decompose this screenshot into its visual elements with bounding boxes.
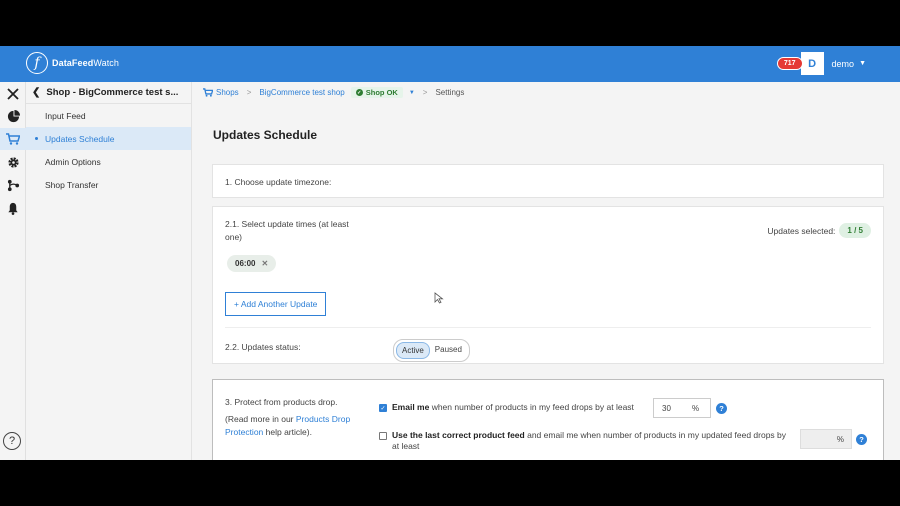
- user-name[interactable]: demo: [832, 59, 855, 69]
- email-me-checkbox[interactable]: ✓: [379, 404, 387, 412]
- breadcrumb-current: Settings: [435, 88, 465, 97]
- chevron-down-icon[interactable]: ▼: [859, 60, 866, 67]
- logo-text-bold: DataFeed: [52, 58, 94, 68]
- notification-badge[interactable]: 717: [776, 57, 803, 70]
- page-title: Updates Schedule: [213, 128, 318, 142]
- email-me-desc: when number of products in my feed drops…: [429, 402, 634, 412]
- breadcrumb-shop-name[interactable]: BigCommerce test shop: [259, 88, 344, 97]
- updates-selected: Updates selected: 1 / 5: [767, 223, 871, 238]
- app-logo[interactable]: f DataFeedWatch: [26, 52, 119, 74]
- status-paused-option[interactable]: Paused: [430, 342, 467, 359]
- close-icon[interactable]: [5, 86, 21, 102]
- email-threshold-input[interactable]: 30 %: [653, 398, 711, 418]
- sidebar-item-input-feed[interactable]: Input Feed: [26, 104, 191, 127]
- mouse-cursor-icon: [434, 292, 444, 304]
- cart-icon[interactable]: [0, 128, 26, 150]
- status-active-option[interactable]: Active: [396, 342, 430, 359]
- logo-text-light: Watch: [93, 58, 119, 68]
- use-last-feed-bold: Use the last correct product feed: [392, 430, 525, 440]
- time-chip[interactable]: 06:00 ✕: [227, 255, 277, 272]
- last-feed-threshold-input[interactable]: %: [800, 429, 852, 449]
- updates-status-label: 2.2. Updates status:: [225, 342, 301, 352]
- protect-label: 3. Protect from products drop.: [225, 397, 338, 407]
- letterbox-top: [0, 0, 900, 46]
- email-threshold-value[interactable]: 30: [654, 404, 692, 413]
- settings-sidebar: ❮ Shop - BigCommerce test s... Input Fee…: [26, 82, 192, 460]
- logo-mark-icon: f: [26, 52, 48, 74]
- check-circle-icon: ✓: [355, 89, 363, 96]
- remove-icon[interactable]: ✕: [261, 259, 268, 268]
- breadcrumb-separator-icon: >: [246, 88, 252, 97]
- protect-card: 3. Protect from products drop. (Read mor…: [212, 379, 884, 460]
- protect-help-text: (Read more in our Products Drop Protecti…: [225, 413, 355, 439]
- protect-help-post: help article).: [263, 427, 312, 437]
- email-me-bold: Email me: [392, 402, 430, 412]
- help-icon[interactable]: ?: [716, 403, 727, 414]
- time-chip-label: 06:00: [235, 259, 256, 268]
- breadcrumb-separator-icon: >: [422, 88, 428, 97]
- updates-count-badge: 1 / 5: [839, 223, 871, 238]
- sidebar-shop-header[interactable]: ❮ Shop - BigCommerce test s...: [26, 82, 191, 104]
- sidebar-item-updates-schedule[interactable]: Updates Schedule: [26, 127, 191, 150]
- chevron-down-icon[interactable]: ▼: [409, 90, 415, 96]
- update-times-label: 2.1. Select update times (at least one): [225, 219, 349, 242]
- letterbox-bottom: [0, 460, 900, 506]
- avatar[interactable]: D: [800, 52, 824, 75]
- updates-status-toggle[interactable]: Active Paused: [393, 339, 470, 362]
- logo-text: DataFeedWatch: [52, 58, 119, 68]
- gear-icon[interactable]: [5, 154, 21, 170]
- user-menu[interactable]: 717 D demo ▼: [776, 52, 866, 75]
- add-update-button[interactable]: + Add Another Update: [225, 292, 327, 316]
- help-icon[interactable]: ?: [856, 434, 867, 445]
- pie-chart-icon[interactable]: [5, 108, 21, 124]
- icon-rail: [0, 82, 26, 460]
- app-window: f DataFeedWatch 717 D demo ▼ ❮ Shop - Bi…: [0, 46, 900, 460]
- help-icon[interactable]: ?: [3, 432, 21, 450]
- chevron-left-icon[interactable]: ❮: [32, 87, 40, 98]
- cart-icon: [203, 88, 213, 97]
- email-me-text: Email me when number of products in my f…: [392, 402, 662, 413]
- protect-help-pre: (Read more in our: [225, 414, 296, 424]
- updates-selected-label: Updates selected:: [767, 225, 836, 236]
- bell-icon[interactable]: [5, 200, 21, 216]
- breadcrumb-shops[interactable]: Shops: [216, 88, 239, 97]
- top-navbar: f DataFeedWatch 717 D demo ▼: [0, 46, 900, 82]
- main-content: Shops > BigCommerce test shop ✓ Shop OK ▼…: [193, 82, 900, 460]
- sidebar-item-admin-options[interactable]: Admin Options: [26, 150, 191, 173]
- status-badge: ✓ Shop OK: [350, 87, 403, 98]
- sidebar-item-shop-transfer[interactable]: Shop Transfer: [26, 173, 191, 196]
- status-badge-label: Shop OK: [365, 88, 398, 97]
- timezone-label: 1. Choose update timezone:: [225, 177, 332, 187]
- update-times-card: 2.1. Select update times (at least one) …: [212, 206, 884, 364]
- sidebar-shop-title: Shop - BigCommerce test s...: [46, 87, 179, 98]
- divider: [225, 327, 871, 328]
- last-feed-threshold-unit: %: [836, 434, 844, 444]
- use-last-feed-checkbox[interactable]: [379, 432, 387, 440]
- email-threshold-unit: %: [692, 403, 700, 413]
- timezone-card: 1. Choose update timezone:: [212, 164, 884, 198]
- use-last-feed-text: Use the last correct product feed and em…: [392, 430, 792, 452]
- flow-icon[interactable]: [5, 177, 21, 193]
- breadcrumb: Shops > BigCommerce test shop ✓ Shop OK ▼…: [203, 87, 464, 98]
